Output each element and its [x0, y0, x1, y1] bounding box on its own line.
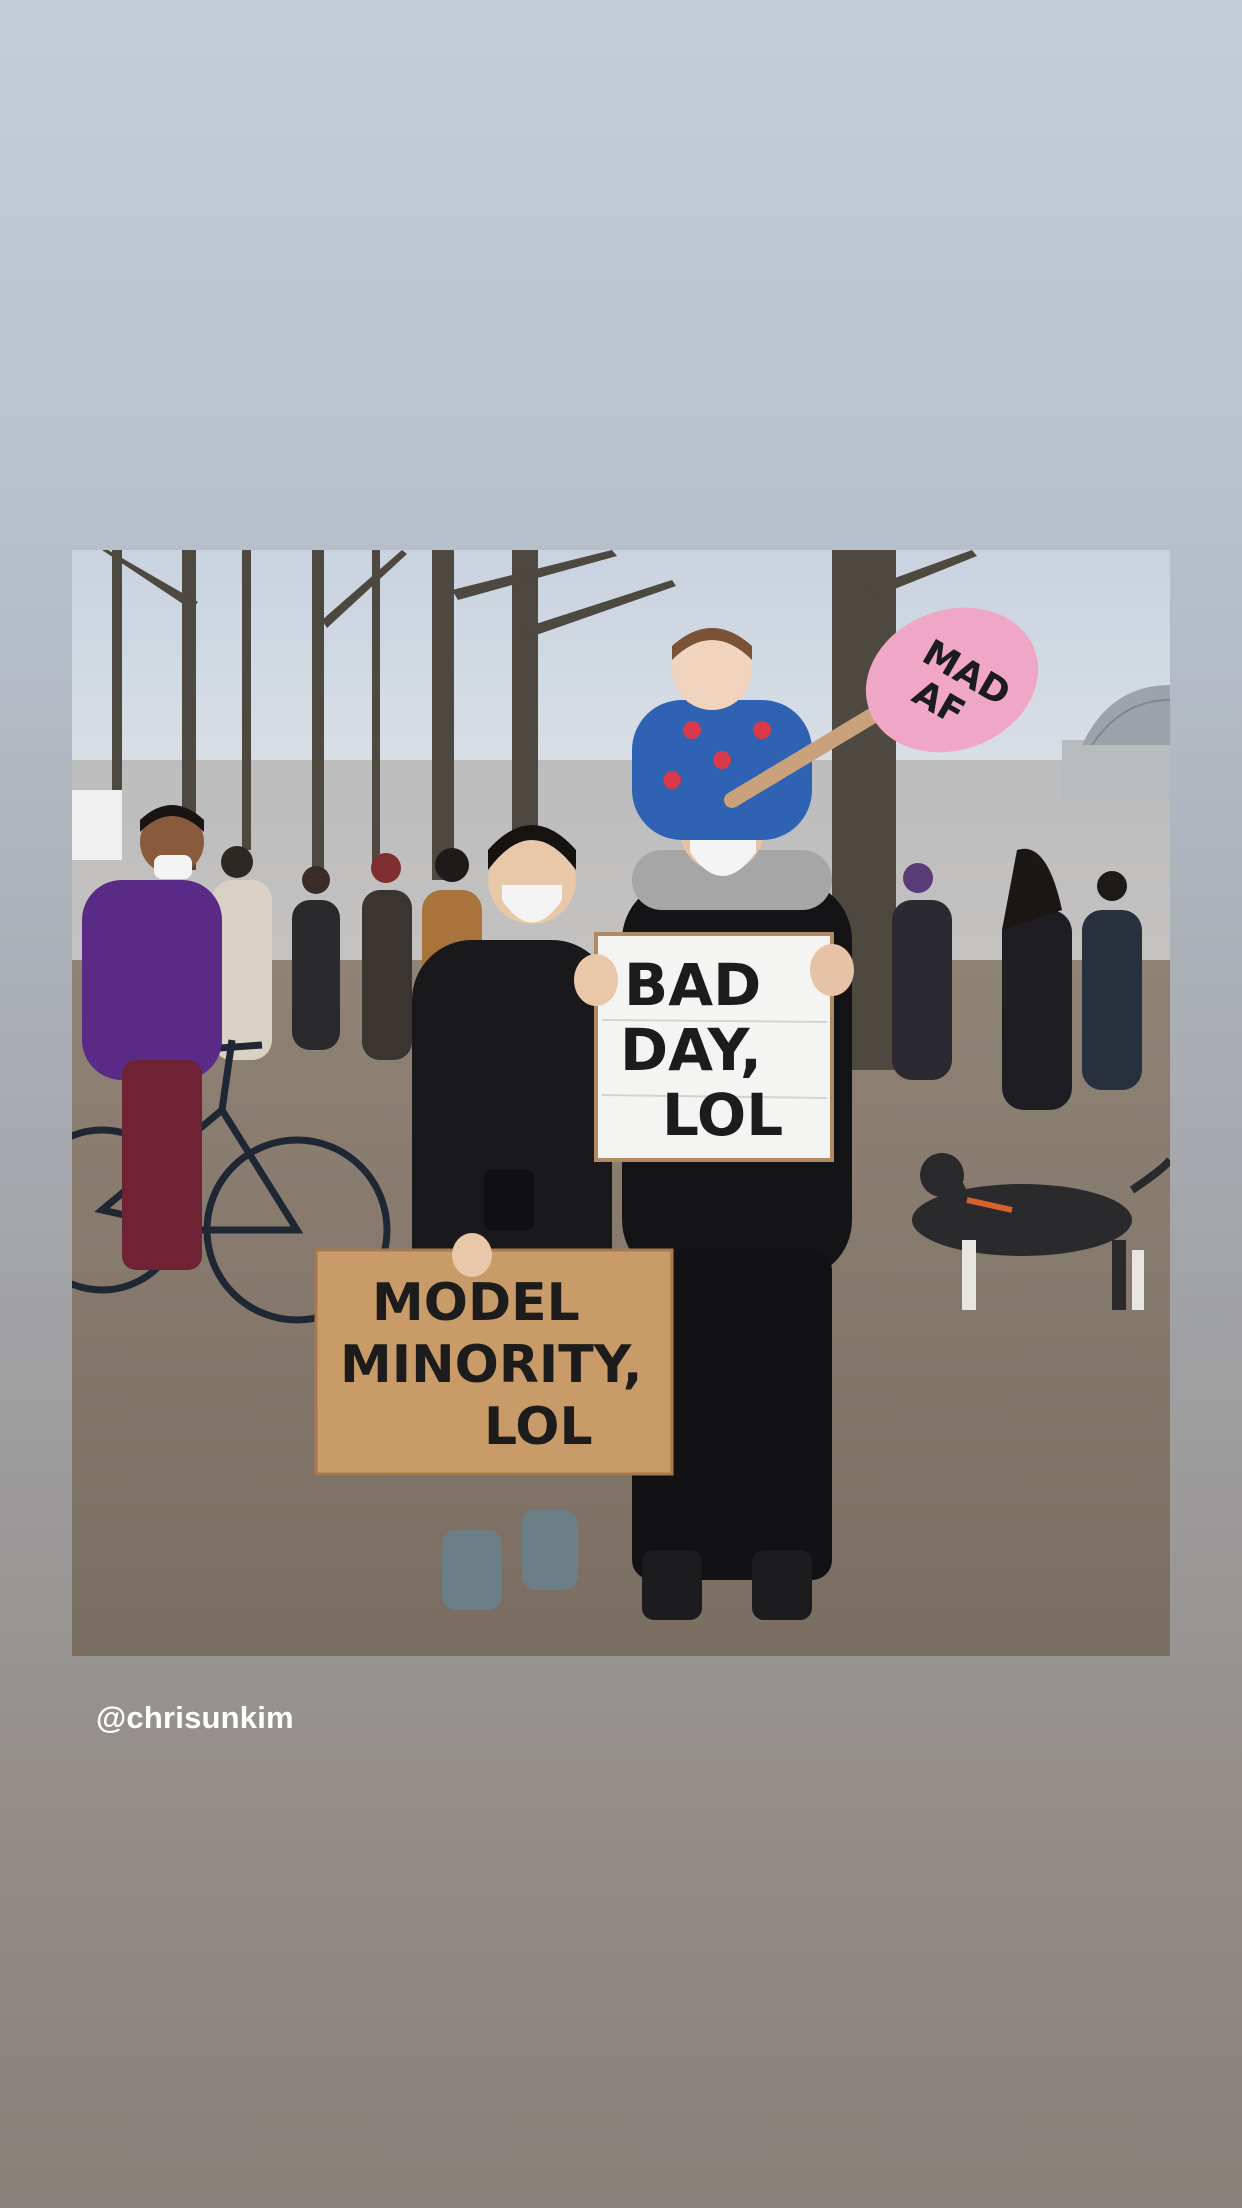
center-sign-line-1: BAD: [624, 951, 761, 1019]
bottom-sign-line-1: MODEL: [372, 1273, 580, 1333]
story-photo[interactable]: MAD AF BAD DAY, LOL MODEL MINORITY, LOL: [72, 550, 1170, 1656]
bottom-sign-line-3: LOL: [484, 1397, 593, 1457]
mention-sticker[interactable]: @chrisunkim: [96, 1700, 294, 1736]
bottom-sign-line-2: MINORITY,: [340, 1335, 642, 1395]
protest-photo-illustration: MAD AF BAD DAY, LOL MODEL MINORITY, LOL: [72, 550, 1170, 1656]
center-sign-line-3: LOL: [662, 1081, 783, 1149]
center-sign-line-2: DAY,: [620, 1016, 762, 1084]
story-canvas: MAD AF BAD DAY, LOL MODEL MINORITY, LOL: [0, 0, 1242, 2208]
bottom-sign: MODEL MINORITY, LOL: [314, 1233, 674, 1476]
center-sign: BAD DAY, LOL: [574, 932, 854, 1162]
